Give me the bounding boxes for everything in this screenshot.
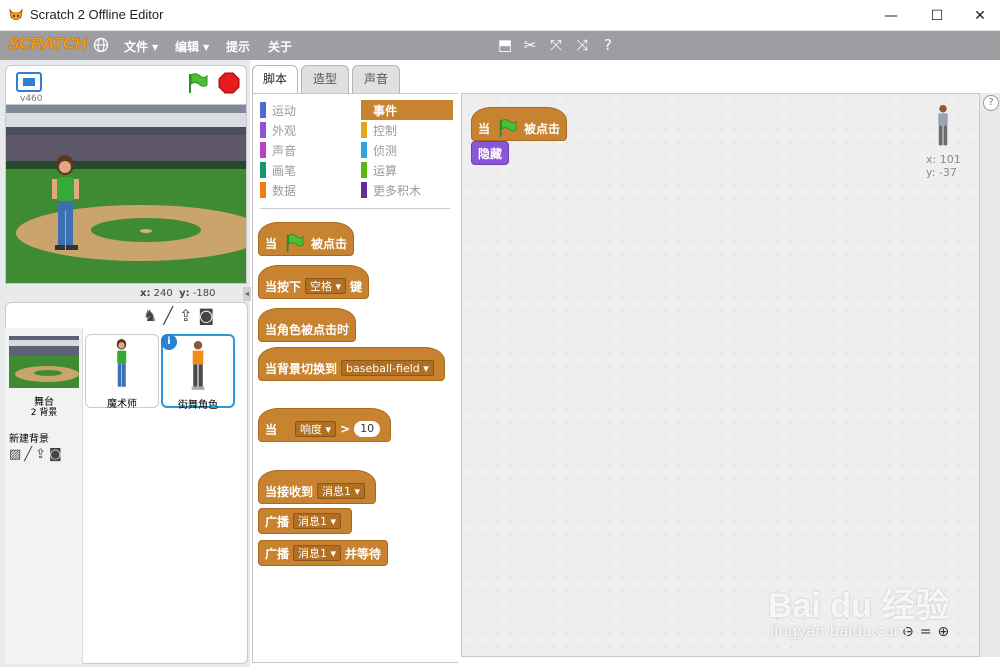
sprite-card-hiphop[interactable]: i 街舞角色 <box>161 334 235 411</box>
magician-thumbnail <box>116 339 127 387</box>
category-operators[interactable]: 运算 <box>361 160 453 180</box>
stage-backdrop-count: 2 背景 <box>30 408 58 418</box>
sprite-library-icon[interactable]: ♞ <box>143 306 157 326</box>
message-dropdown[interactable]: 消息1 ▾ <box>317 483 366 499</box>
message-dropdown[interactable]: 消息1 ▾ <box>293 545 342 561</box>
green-flag-icon <box>286 234 304 253</box>
block-when-sprite-clicked[interactable]: 当角色被点击时 <box>258 308 357 342</box>
block-when-backdrop-switches[interactable]: 当背景切换到 baseball-field ▾ <box>258 347 445 381</box>
new-backdrop-toolbar: ▨ ╱ ⇪ ◙ <box>9 447 62 462</box>
info-icon[interactable]: i <box>161 334 177 350</box>
window-title: Scratch 2 Offline Editor <box>30 7 164 22</box>
menu-bar: SCRATCH 文件 ▾ 编辑 ▾ 提示 关于 ⬒ ✂ ⤧ ⤨ ? <box>0 31 1000 60</box>
green-flag-icon <box>499 119 517 138</box>
category-events[interactable]: 事件 <box>361 100 453 120</box>
stage-thumbnail[interactable] <box>9 336 79 388</box>
mouse-x: 240 <box>153 288 173 299</box>
right-gutter <box>980 93 1000 657</box>
scripts-area[interactable] <box>461 93 980 657</box>
menu-about[interactable]: 关于 <box>268 38 292 55</box>
title-bar: Scratch 2 Offline Editor — ☐ ✕ <box>0 0 1000 31</box>
script-when-flag-clicked[interactable]: 当 被点击 <box>471 107 568 141</box>
backdrop-paint-icon[interactable]: ╱ <box>24 447 32 462</box>
tab-scripts[interactable]: 脚本 <box>252 65 298 95</box>
key-dropdown[interactable]: 空格 ▾ <box>305 278 347 294</box>
help-side-icon[interactable]: ? <box>983 95 999 111</box>
shrink-icon[interactable]: ⤨ <box>573 36 591 54</box>
block-when-sensor-greater[interactable]: 当 响度 ▾ > 10 <box>258 408 392 442</box>
backdrop-library-icon[interactable]: ▨ <box>9 447 21 462</box>
block-when-key-pressed[interactable]: 当按下 空格 ▾ 键 <box>258 265 370 299</box>
globe-icon[interactable] <box>93 37 109 53</box>
block-when-i-receive[interactable]: 当接收到 消息1 ▾ <box>258 470 377 504</box>
duplicate-stamp-icon[interactable]: ⬒ <box>496 36 514 54</box>
menu-file[interactable]: 文件 ▾ <box>124 38 158 55</box>
cut-scissors-icon[interactable]: ✂ <box>521 36 539 54</box>
stage-canvas[interactable] <box>5 104 247 284</box>
tab-costumes[interactable]: 造型 <box>301 65 349 93</box>
threshold-input[interactable]: 10 <box>354 421 381 437</box>
category-control[interactable]: 控制 <box>361 120 453 140</box>
new-backdrop-label: 新建背景 <box>9 434 49 445</box>
minimize-button[interactable]: — <box>868 0 914 31</box>
menu-tips[interactable]: 提示 <box>226 38 250 55</box>
sensor-dropdown[interactable]: 响度 ▾ <box>295 421 337 437</box>
stage-header: v460 <box>5 65 247 105</box>
category-looks[interactable]: 外观 <box>260 120 356 140</box>
script-hide-block[interactable]: 隐藏 <box>471 141 510 165</box>
maximize-button[interactable]: ☐ <box>914 0 960 31</box>
green-flag-icon[interactable] <box>186 72 208 94</box>
grow-icon[interactable]: ⤧ <box>547 36 565 54</box>
mouse-coordinates: x: 240 y: -180 <box>140 288 216 299</box>
sprite-name: 魔术师 <box>107 399 137 410</box>
category-list-left: 运动 外观 声音 画笔 数据 <box>260 100 356 200</box>
paint-brush-icon[interactable]: ╱ <box>163 306 173 326</box>
new-sprite-toolbar: ♞ ╱ ⇪ ◙ <box>143 306 243 326</box>
fullscreen-icon[interactable] <box>16 72 42 92</box>
category-pen[interactable]: 画笔 <box>260 160 356 180</box>
category-sensing[interactable]: 侦测 <box>361 140 453 160</box>
current-sprite-thumbnail <box>938 104 948 146</box>
magician-sprite[interactable] <box>48 155 84 253</box>
scratch-cat-icon <box>9 8 23 20</box>
backdrop-camera-icon[interactable]: ◙ <box>49 447 62 462</box>
stop-sign-icon[interactable] <box>218 72 240 94</box>
palette-divider <box>260 208 450 209</box>
block-broadcast-and-wait[interactable]: 广播 消息1 ▾ 并等待 <box>258 540 389 566</box>
upload-icon[interactable]: ⇪ <box>179 306 192 326</box>
scratch-logo[interactable]: SCRATCH <box>8 34 87 54</box>
category-more-blocks[interactable]: 更多积木 <box>361 180 453 200</box>
baseball-field-backdrop <box>6 105 246 283</box>
tab-sounds[interactable]: 声音 <box>352 65 400 93</box>
version-label: v460 <box>20 94 43 104</box>
baidu-watermark: Bai du 经验 <box>768 587 950 625</box>
menu-edit[interactable]: 编辑 ▾ <box>175 38 209 55</box>
sprite-card-magician[interactable]: 魔术师 <box>85 334 159 410</box>
message-dropdown[interactable]: 消息1 ▾ <box>293 513 342 529</box>
block-broadcast[interactable]: 广播 消息1 ▾ <box>258 508 353 534</box>
category-sound[interactable]: 声音 <box>260 140 356 160</box>
hiphop-thumbnail <box>191 341 205 390</box>
collapse-stage-handle[interactable]: ◂ <box>243 287 251 301</box>
sprite-name: 街舞角色 <box>178 400 218 411</box>
category-motion[interactable]: 运动 <box>260 100 356 120</box>
watermark-url: jingyan.baidu.com <box>770 622 909 640</box>
category-list-right: 事件 控制 侦测 运算 更多积木 <box>361 100 453 200</box>
sprite-position: x: 101 y: -37 <box>926 153 961 179</box>
block-when-flag-clicked[interactable]: 当 被点击 <box>258 222 355 256</box>
mouse-y: -180 <box>192 288 216 299</box>
help-icon[interactable]: ? <box>599 36 617 54</box>
camera-icon[interactable]: ◙ <box>198 306 214 326</box>
category-data[interactable]: 数据 <box>260 180 356 200</box>
backdrop-upload-icon[interactable]: ⇪ <box>35 447 46 462</box>
backdrop-dropdown[interactable]: baseball-field ▾ <box>341 360 434 376</box>
close-button[interactable]: ✕ <box>957 0 1000 31</box>
